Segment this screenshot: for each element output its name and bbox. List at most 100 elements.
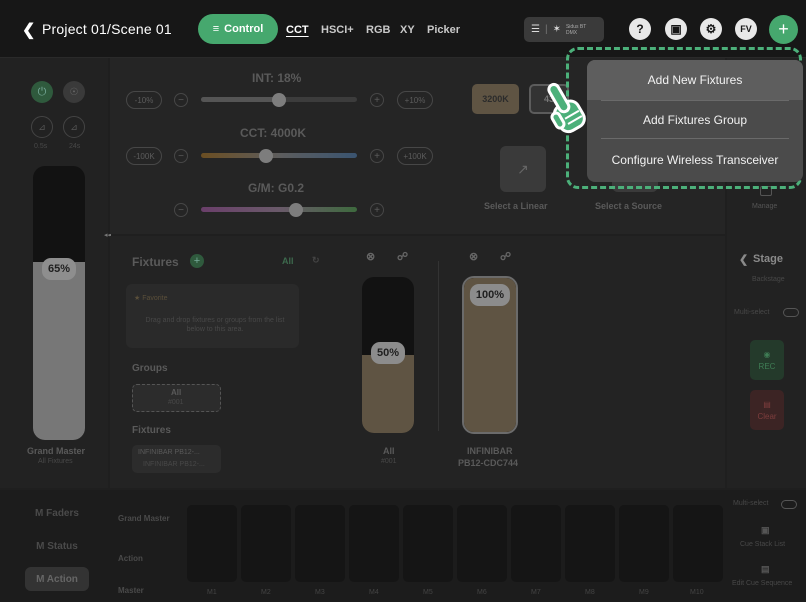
cct-plus-button[interactable]: +100K (397, 147, 433, 165)
gm-slider[interactable] (201, 207, 357, 212)
int-plus-button[interactable]: +10% (397, 91, 433, 109)
refresh-icon[interactable]: ↻ (312, 255, 320, 266)
favorite-label: ★ Favorite (134, 295, 168, 302)
wifi-icon: ☰ (531, 24, 540, 35)
int-decrement-icon[interactable]: − (174, 93, 188, 107)
cell-label: M4 (369, 589, 379, 596)
master-cell[interactable] (511, 505, 561, 582)
group-all-sub: #001 (168, 399, 184, 406)
group-fader-fill (362, 355, 414, 433)
cell-label: M2 (261, 589, 271, 596)
help-icon[interactable]: ? (629, 18, 651, 40)
configure-wireless-item[interactable]: Configure Wireless Transceiver (587, 138, 803, 182)
add-fixtures-group-item[interactable]: Add Fixtures Group (587, 100, 803, 140)
trash-icon: ▤ (763, 399, 771, 409)
tab-picker[interactable]: Picker (427, 24, 460, 36)
m-faders-button[interactable]: M Faders (25, 501, 89, 525)
tab-cct[interactable]: CCT (286, 24, 309, 36)
fixtures-filter[interactable]: All (282, 256, 294, 266)
group-fader[interactable]: 50% (362, 277, 414, 433)
select-source-label[interactable]: Select a Source (595, 201, 662, 211)
control-button[interactable]: ≡ Control (198, 14, 278, 44)
int-minus-button[interactable]: -10% (126, 91, 162, 109)
tab-rgb[interactable]: RGB (366, 24, 390, 36)
cell-label: M3 (315, 589, 325, 596)
group-fader-pct: 50% (370, 342, 406, 364)
fade-in-icon[interactable]: ⊿ (31, 116, 53, 138)
cct-minus-button[interactable]: -100K (126, 147, 162, 165)
gm-slider-knob[interactable] (289, 203, 303, 217)
multiselect-toggle[interactable] (783, 308, 799, 317)
fixtures-title: Fixtures (132, 255, 179, 269)
master-cell[interactable] (403, 505, 453, 582)
stage-label[interactable]: Stage (753, 253, 783, 265)
master-cell[interactable] (295, 505, 345, 582)
group-fader-sub: #001 (381, 458, 397, 465)
grand-master-fill (33, 261, 85, 440)
cct-decrement-icon[interactable]: − (174, 149, 188, 163)
m-status-button[interactable]: M Status (25, 534, 89, 558)
close-icon[interactable]: ⊗ (366, 250, 375, 263)
add-fixture-icon[interactable]: + (190, 254, 204, 268)
gm-decrement-icon[interactable]: − (174, 203, 188, 217)
cue-stack-label[interactable]: Cue Stack List (740, 541, 785, 548)
cct-label: CCT: 4000K (240, 126, 307, 140)
stage-chevron-icon[interactable]: ❮ (739, 253, 748, 266)
master-cell[interactable] (187, 505, 237, 582)
close-icon[interactable]: ⊗ (469, 250, 478, 263)
gm-increment-icon[interactable]: + (370, 203, 384, 217)
fade-in-time: 0.5s (34, 143, 48, 150)
linear-icon[interactable]: ↗ (500, 146, 546, 192)
cct-slider[interactable] (201, 153, 357, 158)
fixture-fader-pct: 100% (469, 284, 511, 306)
tab-xy[interactable]: XY (400, 24, 415, 36)
clear-label: Clear (757, 411, 777, 421)
grand-master-pct: 65% (41, 258, 77, 280)
grand-master-fader[interactable]: 65% (33, 166, 85, 440)
cct-slider-knob[interactable] (259, 149, 273, 163)
master-cell[interactable] (673, 505, 723, 582)
gear-icon[interactable]: ⚙ (700, 18, 722, 40)
connection-status[interactable]: ☰ | ✶ Sidus BT DMX (524, 17, 604, 42)
int-label: INT: 18% (252, 71, 302, 85)
lock-icon[interactable]: ☍ (397, 250, 408, 263)
cct-increment-icon[interactable]: + (370, 149, 384, 163)
master-cell[interactable] (241, 505, 291, 582)
rec-button[interactable]: ◉ REC (750, 340, 784, 380)
bottom-multiselect-toggle[interactable] (781, 500, 797, 509)
int-slider-knob[interactable] (272, 93, 286, 107)
master-cell[interactable] (349, 505, 399, 582)
fade-out-icon[interactable]: ⊿ (63, 116, 85, 138)
add-new-fixtures-item[interactable]: Add New Fixtures (587, 60, 803, 100)
action-row-label: Action (118, 554, 143, 563)
project-title[interactable]: Project 01/Scene 01 (42, 21, 172, 37)
cue-stack-icon[interactable]: ▣ (761, 525, 770, 536)
divider: | (544, 24, 548, 35)
master-cell[interactable] (565, 505, 615, 582)
back-chevron-icon[interactable]: ❮ (22, 20, 35, 40)
user-avatar[interactable]: FV (735, 18, 757, 40)
clear-button[interactable]: ▤ Clear (750, 390, 784, 430)
cell-label: M7 (531, 589, 541, 596)
power-icon[interactable]: ⏻ (31, 81, 53, 103)
manage-label[interactable]: Manage (752, 203, 777, 210)
backstage-label[interactable]: Backstage (752, 276, 785, 283)
master-cell[interactable] (619, 505, 669, 582)
select-linear-label[interactable]: Select a Linear (484, 201, 548, 211)
int-increment-icon[interactable]: + (370, 93, 384, 107)
lock-icon[interactable]: ☉ (63, 81, 85, 103)
add-button[interactable]: + (769, 15, 798, 44)
tab-hsci[interactable]: HSCI+ (321, 24, 354, 36)
control-label: Control (224, 23, 264, 35)
cell-label: M9 (639, 589, 649, 596)
shop-icon[interactable]: ▣ (665, 18, 687, 40)
fixture-fader[interactable]: 100% (462, 276, 518, 434)
edit-cue-icon[interactable]: ▤ (761, 564, 770, 575)
m-action-button[interactable]: M Action (25, 567, 89, 591)
cell-label: M5 (423, 589, 433, 596)
rec-label: REC (758, 361, 776, 371)
preset-3200k[interactable]: 3200K (472, 84, 519, 114)
edit-cue-label[interactable]: Edit Cue Sequence (732, 580, 792, 587)
master-cell[interactable] (457, 505, 507, 582)
lock-icon[interactable]: ☍ (500, 250, 511, 263)
